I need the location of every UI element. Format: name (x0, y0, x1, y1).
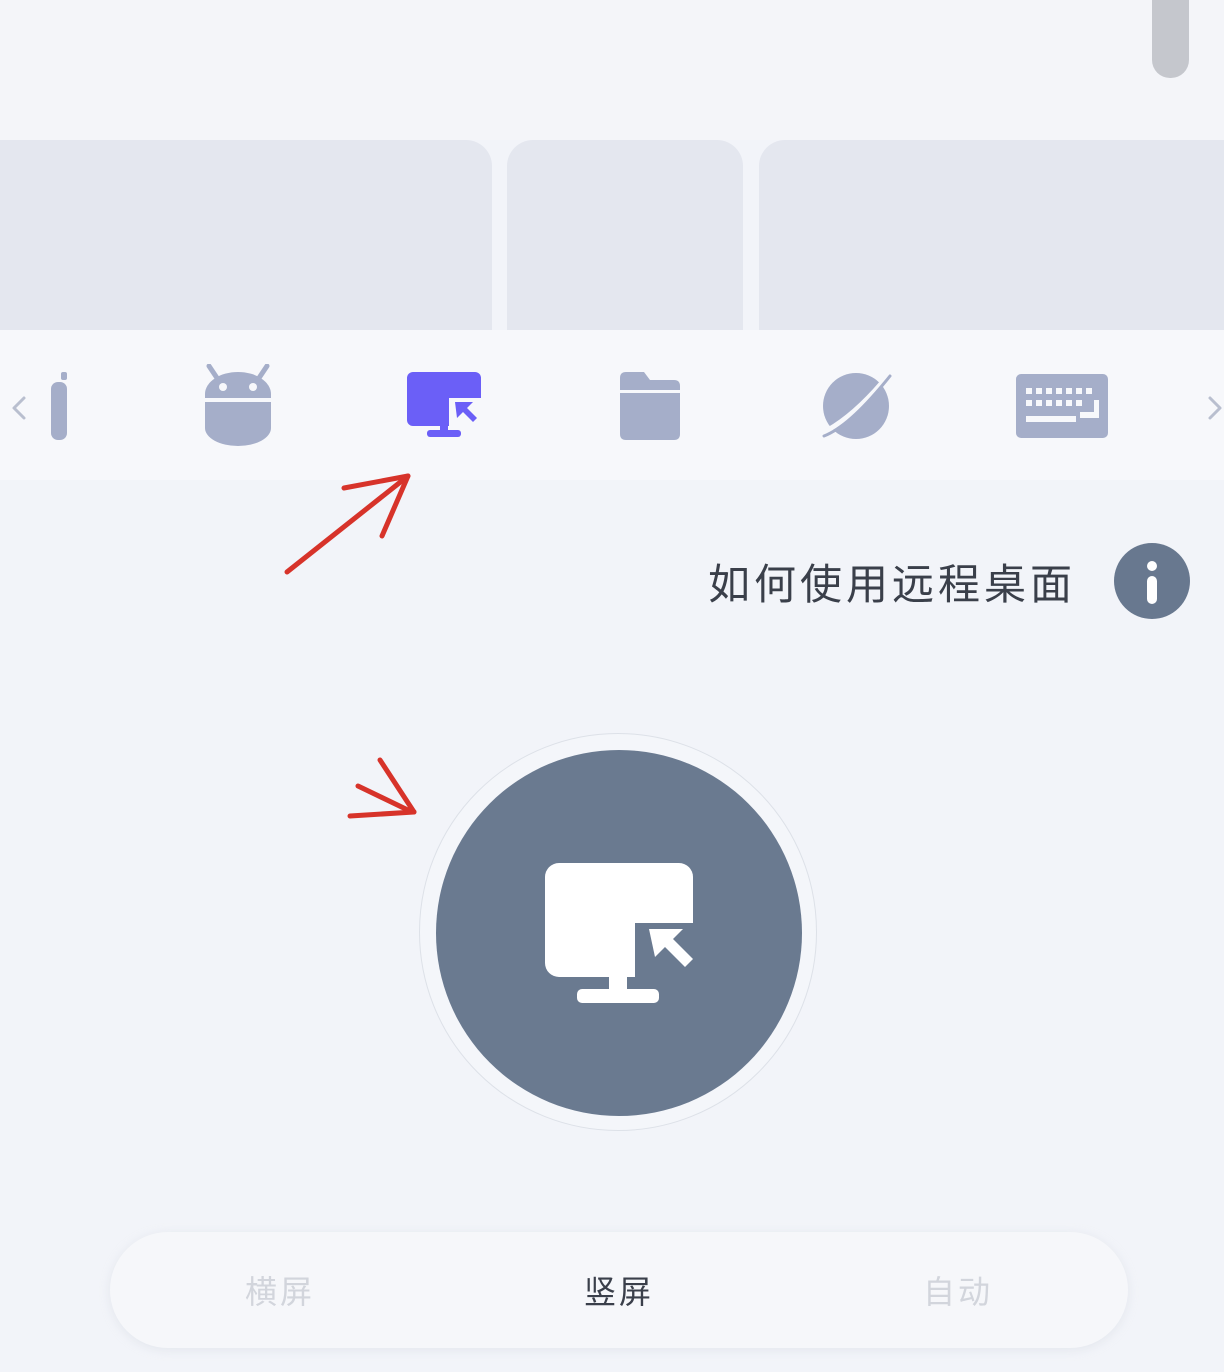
remote-desktop-icon (407, 372, 483, 437)
tool-tabbar (0, 330, 1224, 480)
tab-partial[interactable] (10, 366, 110, 446)
tab-android[interactable] (188, 364, 288, 446)
tab-keyboard[interactable] (1012, 366, 1112, 446)
info-icon[interactable] (1114, 543, 1190, 619)
preview-card[interactable] (0, 140, 492, 330)
connect-remote-desktop-button[interactable] (436, 750, 802, 1116)
orientation-portrait[interactable]: 竖屏 (509, 1232, 729, 1348)
planet-icon (822, 373, 892, 439)
help-text: 如何使用远程桌面 (707, 559, 1076, 609)
tab-browser[interactable] (806, 366, 906, 446)
top-area (0, 0, 1224, 140)
partial-icon (51, 372, 67, 440)
chevron-right-icon[interactable] (1204, 390, 1224, 426)
preview-card[interactable] (759, 140, 1224, 330)
android-icon (205, 364, 271, 446)
tab-remote-desktop[interactable] (394, 366, 494, 446)
folder-icon (620, 372, 680, 440)
help-link[interactable]: 如何使用远程桌面 (708, 543, 1190, 619)
annotation-arrow-up (284, 473, 411, 575)
keyboard-icon (1016, 374, 1108, 438)
scrollbar-thumb[interactable] (1152, 0, 1189, 78)
remote-desktop-icon (545, 863, 695, 1003)
tab-files[interactable] (600, 366, 700, 446)
preview-card[interactable] (507, 140, 743, 330)
orientation-landscape[interactable]: 横屏 (170, 1232, 390, 1348)
orientation-selector: 横屏 竖屏 自动 (110, 1232, 1128, 1348)
orientation-auto[interactable]: 自动 (848, 1232, 1068, 1348)
annotation-arrow-down (377, 757, 417, 815)
